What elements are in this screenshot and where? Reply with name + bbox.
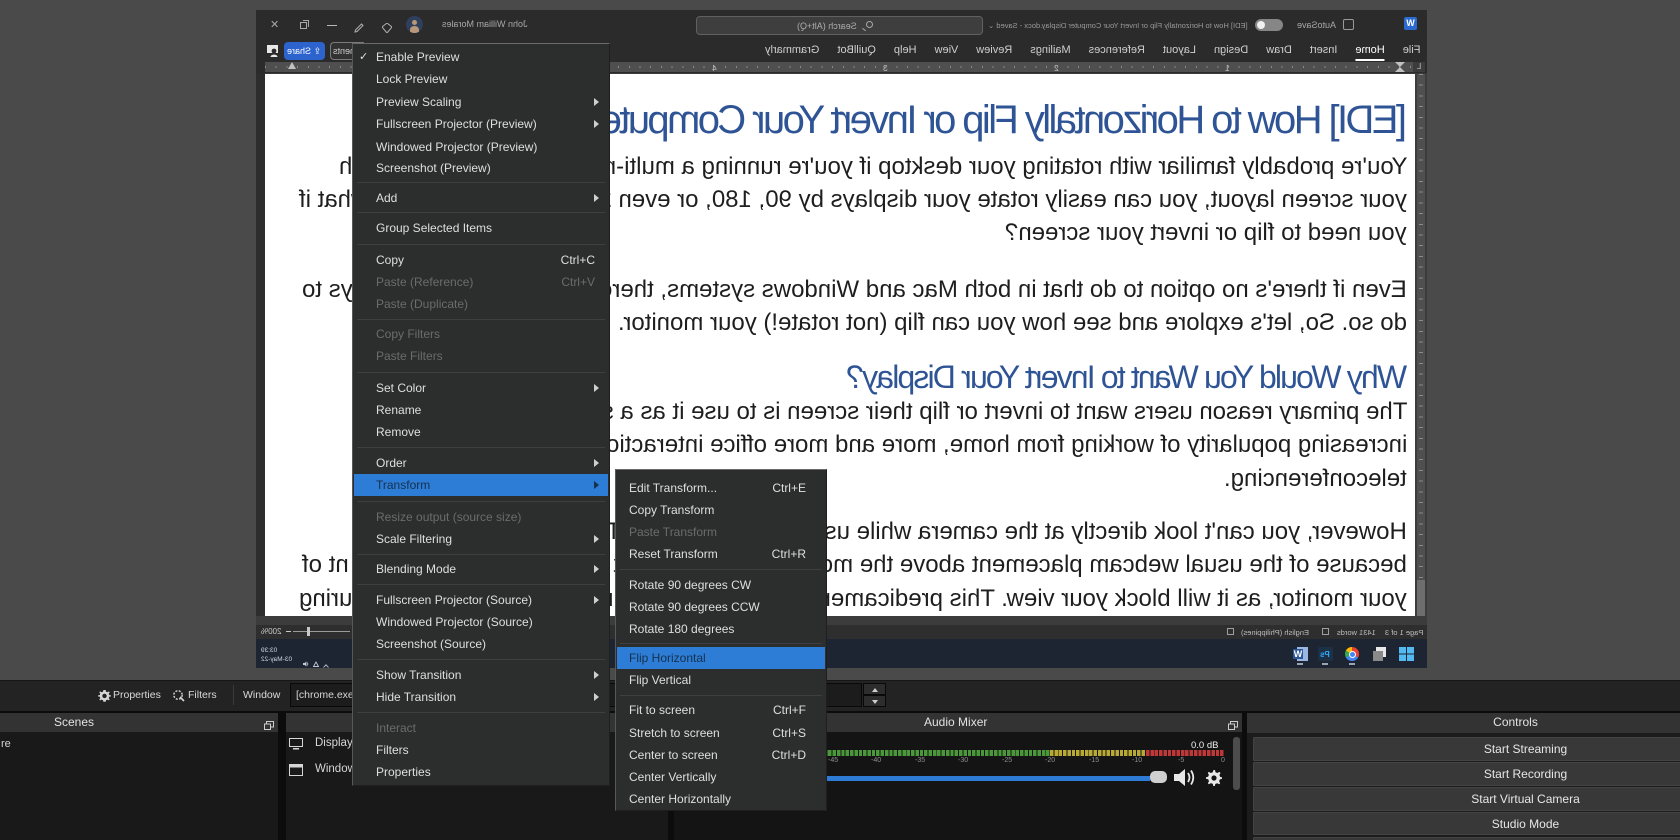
svg-text:W: W <box>1294 649 1303 659</box>
